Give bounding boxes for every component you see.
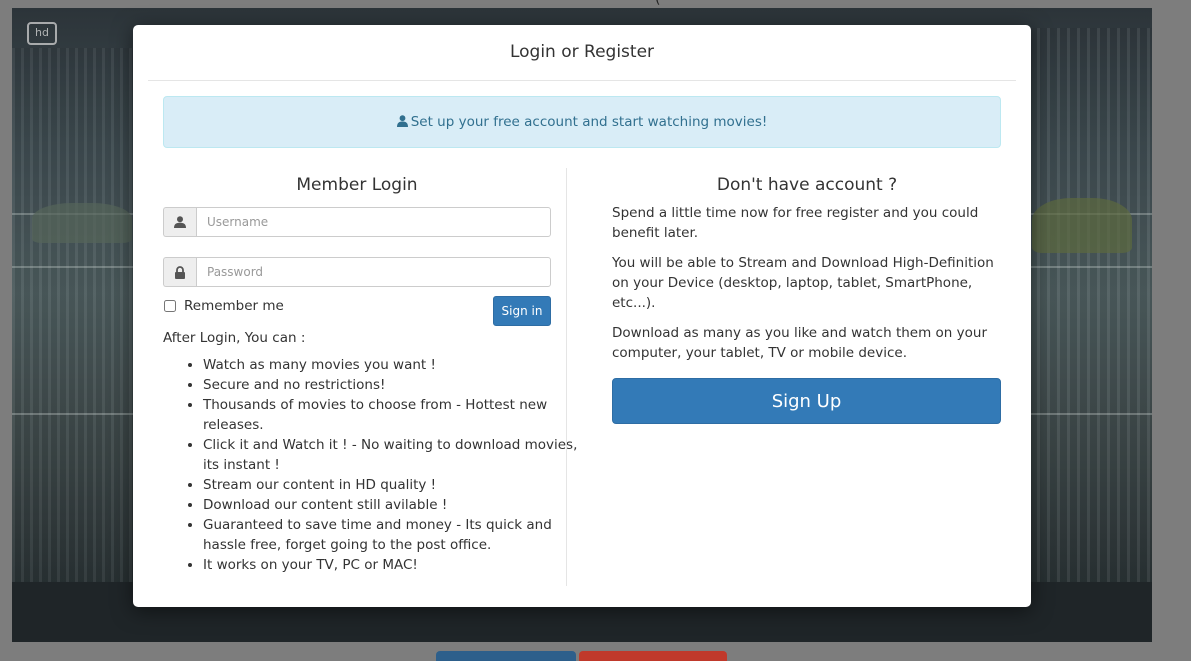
list-item: Secure and no restrictions! [203, 375, 593, 395]
login-register-modal: Login or Register Set up your free accou… [133, 25, 1031, 607]
background-decor [1032, 198, 1132, 253]
register-paragraph: You will be able to Stream and Download … [612, 255, 994, 311]
member-login-column: Member Login Remember me Sign in After L… [163, 175, 577, 573]
list-item: It works on your TV, PC or MAC! [203, 555, 593, 575]
list-item: Download our content still avilable ! [203, 495, 593, 515]
register-paragraph: Spend a little time now for free registe… [612, 205, 979, 241]
benefits-list: Watch as many movies you want ! Secure a… [163, 355, 593, 575]
member-login-heading: Member Login [296, 175, 418, 195]
hd-badge-icon: hd [27, 22, 57, 45]
user-icon [396, 115, 408, 127]
list-item: Guaranteed to save time and money - Its … [203, 515, 593, 555]
background-decor [32, 203, 132, 243]
list-item: Stream our content in HD quality ! [203, 475, 593, 495]
alert-text: Set up your free account and start watch… [410, 114, 768, 130]
lock-icon [163, 257, 196, 287]
bottom-action-button[interactable] [579, 651, 727, 661]
background-decor [1027, 28, 1152, 608]
modal-header: Login or Register [148, 25, 1016, 81]
background-decor [12, 48, 142, 608]
password-input[interactable] [196, 257, 551, 287]
info-alert: Set up your free account and start watch… [163, 96, 1001, 148]
username-input[interactable] [196, 207, 551, 237]
sign-in-button[interactable]: Sign in [493, 296, 551, 326]
user-icon [163, 207, 196, 237]
remember-me-label: Remember me [184, 298, 284, 314]
list-item: Click it and Watch it ! - No waiting to … [203, 435, 593, 475]
sign-up-button[interactable]: Sign Up [612, 378, 1001, 424]
page-title-fragment: ( [655, 0, 660, 7]
password-group [163, 257, 551, 287]
register-column: Don't have account ? Spend a little time… [612, 175, 1002, 424]
list-item: Watch as many movies you want ! [203, 355, 593, 375]
remember-me-checkbox[interactable] [164, 300, 176, 312]
column-divider [566, 168, 567, 586]
register-paragraph: Download as many as you like and watch t… [612, 325, 988, 361]
list-item: Thousands of movies to choose from - Hot… [203, 395, 593, 435]
bottom-action-button[interactable] [436, 651, 576, 661]
modal-title: Login or Register [509, 42, 655, 62]
after-login-heading: After Login, You can : [163, 330, 306, 346]
remember-me[interactable]: Remember me [163, 298, 284, 314]
username-group [163, 207, 551, 237]
register-heading: Don't have account ? [716, 175, 898, 195]
